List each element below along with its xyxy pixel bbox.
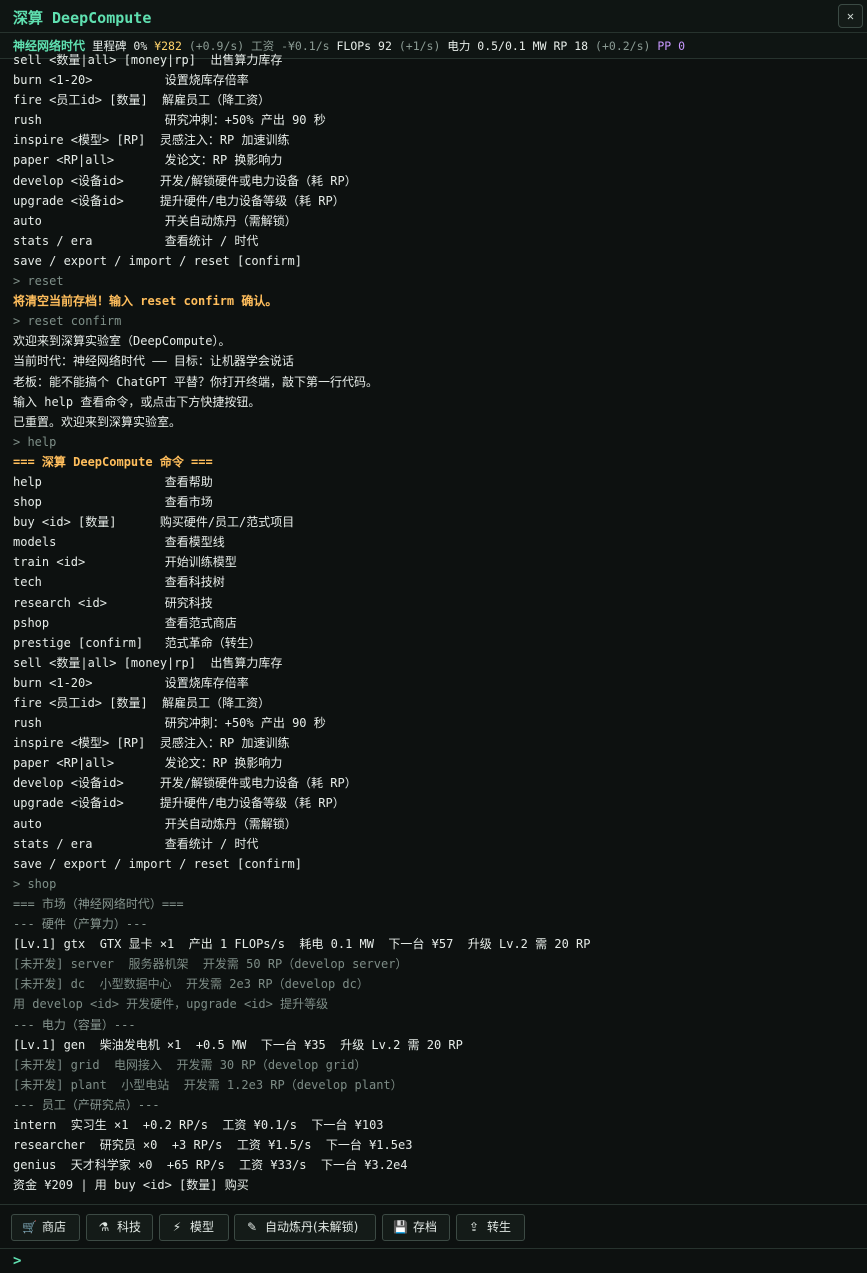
console-line: inspire <模型> [RP] 灵感注入：RP 加速训练: [13, 736, 290, 751]
console-line: 输入 help 查看命令，或点击下方快捷按钮。: [13, 394, 261, 409]
upload-icon: ⇪: [468, 1220, 480, 1234]
tech-button[interactable]: ⚗ 科技: [86, 1214, 153, 1241]
console-line: paper <RP|all> 发论文：RP 换影响力: [13, 756, 283, 771]
console-line: upgrade <设备id> 提升硬件/电力设备等级（耗 RP）: [13, 796, 345, 811]
pencil-icon: ✎: [246, 1220, 258, 1234]
console-line: === 市场（神经网络时代）===: [13, 896, 184, 911]
console-line: upgrade <设备id> 提升硬件/电力设备等级（耗 RP）: [13, 193, 345, 208]
command-prompt: >: [0, 1248, 867, 1273]
console-line: --- 员工（产研究点）---: [13, 1097, 160, 1112]
lightning-icon: ⚡: [172, 1220, 182, 1234]
flask-icon: ⚗: [98, 1220, 110, 1234]
shop-button[interactable]: 🛒 商店: [11, 1214, 80, 1241]
console-line: [未开发] plant 小型电站 开发需 1.2e3 RP（develop pl…: [13, 1077, 403, 1092]
save-button-label: 存档: [413, 1220, 438, 1234]
console-line: intern 实习生 ×1 +0.2 RP/s 工资 ¥0.1/s 下一台 ¥1…: [13, 1117, 384, 1132]
floppy-icon: 💾: [393, 1220, 408, 1234]
console-line: [未开发] server 服务器机架 开发需 50 RP（develop ser…: [13, 957, 408, 972]
console-line: develop <设备id> 开发/解锁硬件或电力设备（耗 RP）: [13, 776, 357, 791]
console-line: sell <数量|all> [money|rp] 出售算力库存: [13, 53, 283, 67]
command-input[interactable]: [30, 1251, 854, 1273]
console-line: research <id> 研究科技: [13, 595, 213, 610]
console-line: buy <id> [数量] 购买硬件/员工/范式项目: [13, 515, 295, 530]
console-line: rush 研究冲刺：+50% 产出 90 秒: [13, 113, 326, 128]
console-line: pshop 查看范式商店: [13, 615, 237, 630]
console-line: rush 研究冲刺：+50% 产出 90 秒: [13, 716, 326, 731]
console-line: 将清空当前存档！输入 reset confirm 确认。: [13, 294, 278, 309]
console-line: > reset confirm: [13, 314, 122, 329]
prestige-button-label: 转生: [487, 1220, 512, 1234]
console-lines: sell <数量|all> [money|rp] 出售算力库存 burn <1-2…: [13, 50, 590, 1195]
console-line: shop 查看市场: [13, 495, 213, 510]
model-button[interactable]: ⚡ 模型: [159, 1214, 229, 1241]
shop-button-label: 商店: [42, 1220, 67, 1234]
tech-button-label: 科技: [117, 1220, 142, 1234]
close-button[interactable]: ✕: [838, 4, 863, 28]
console-line: 资金 ¥209 | 用 buy <id> [数量] 购买: [13, 1178, 249, 1193]
console-line: === 深算 DeepCompute 命令 ===: [13, 454, 213, 469]
console-line: models 查看模型线: [13, 535, 225, 550]
console-line: > reset: [13, 274, 64, 289]
console-line: 已重置。欢迎来到深算实验室。: [13, 414, 182, 429]
console-line: > shop: [13, 876, 57, 891]
console-line: inspire <模型> [RP] 灵感注入：RP 加速训练: [13, 133, 290, 148]
console-line: burn <1-20> 设置烧库存倍率: [13, 675, 249, 690]
console-line: auto 开关自动炼丹（需解锁）: [13, 213, 297, 228]
model-button-label: 模型: [190, 1220, 215, 1234]
console-line: 用 develop <id> 开发硬件，upgrade <id> 提升等级: [13, 997, 329, 1012]
console-line: train <id> 开始训练模型: [13, 555, 237, 570]
console-line: stats / era 查看统计 / 时代: [13, 836, 259, 851]
console-line: burn <1-20> 设置烧库存倍率: [13, 73, 249, 88]
console-line: [Lv.1] gtx GTX 显卡 ×1 产出 1 FLOPs/s 耗电 0.1…: [13, 937, 591, 952]
console-line: [Lv.1] gen 柴油发电机 ×1 +0.5 MW 下一台 ¥35 升级 L…: [13, 1037, 463, 1052]
console-line: > help: [13, 434, 57, 449]
console-line: develop <设备id> 开发/解锁硬件或电力设备（耗 RP）: [13, 173, 357, 188]
cart-icon: 🛒: [22, 1220, 37, 1234]
console-line: [未开发] dc 小型数据中心 开发需 2e3 RP（develop dc）: [13, 977, 369, 992]
console-output: sell <数量|all> [money|rp] 出售算力库存 burn <1-2…: [0, 50, 867, 1202]
console-line: 老板：能不能搞个 ChatGPT 平替？你打开终端，敲下第一行代码。: [13, 374, 379, 389]
console-line: --- 硬件（产算力）---: [13, 917, 148, 932]
console-line: prestige [confirm] 范式革命（转生）: [13, 635, 261, 650]
auto-alchemy-button[interactable]: ✎ 自动炼丹(未解锁): [234, 1214, 376, 1241]
console-line: help 查看帮助: [13, 474, 213, 489]
console-line: tech 查看科技树: [13, 575, 225, 590]
prestige-button[interactable]: ⇪ 转生: [456, 1214, 525, 1241]
console-line: 当前时代：神经网络时代 —— 目标：让机器学会说话: [13, 354, 294, 369]
auto-alchemy-button-label: 自动炼丹(未解锁): [265, 1220, 359, 1234]
prompt-chevron-icon: >: [13, 1253, 22, 1269]
console-line: genius 天才科学家 ×0 +65 RP/s 工资 ¥33/s 下一台 ¥3…: [13, 1158, 408, 1173]
console-line: auto 开关自动炼丹（需解锁）: [13, 816, 297, 831]
console-line: 欢迎来到深算实验室（DeepCompute）。: [13, 334, 231, 349]
console-line: sell <数量|all> [money|rp] 出售算力库存: [13, 655, 283, 670]
console-line: [未开发] grid 电网接入 开发需 30 RP（develop grid）: [13, 1057, 367, 1072]
console-line: researcher 研究员 ×0 +3 RP/s 工资 ¥1.5/s 下一台 …: [13, 1138, 413, 1153]
console-line: --- 电力（容量）---: [13, 1017, 136, 1032]
save-button[interactable]: 💾 存档: [382, 1214, 450, 1241]
app-title: 深算 DeepCompute: [13, 9, 152, 27]
console-line: fire <员工id> [数量] 解雇员工（降工资）: [13, 93, 271, 108]
console-line: stats / era 查看统计 / 时代: [13, 233, 259, 248]
console-line: save / export / import / reset [confirm]: [13, 856, 302, 871]
console-line: paper <RP|all> 发论文：RP 换影响力: [13, 153, 283, 168]
console-line: fire <员工id> [数量] 解雇员工（降工资）: [13, 696, 271, 710]
console-line: save / export / import / reset [confirm]: [13, 253, 302, 268]
quick-toolbar: 🛒 商店 ⚗ 科技 ⚡ 模型 ✎ 自动炼丹(未解锁) 💾 存档 ⇪ 转生: [0, 1204, 867, 1248]
title-bar: 深算 DeepCompute ✕: [0, 0, 867, 33]
